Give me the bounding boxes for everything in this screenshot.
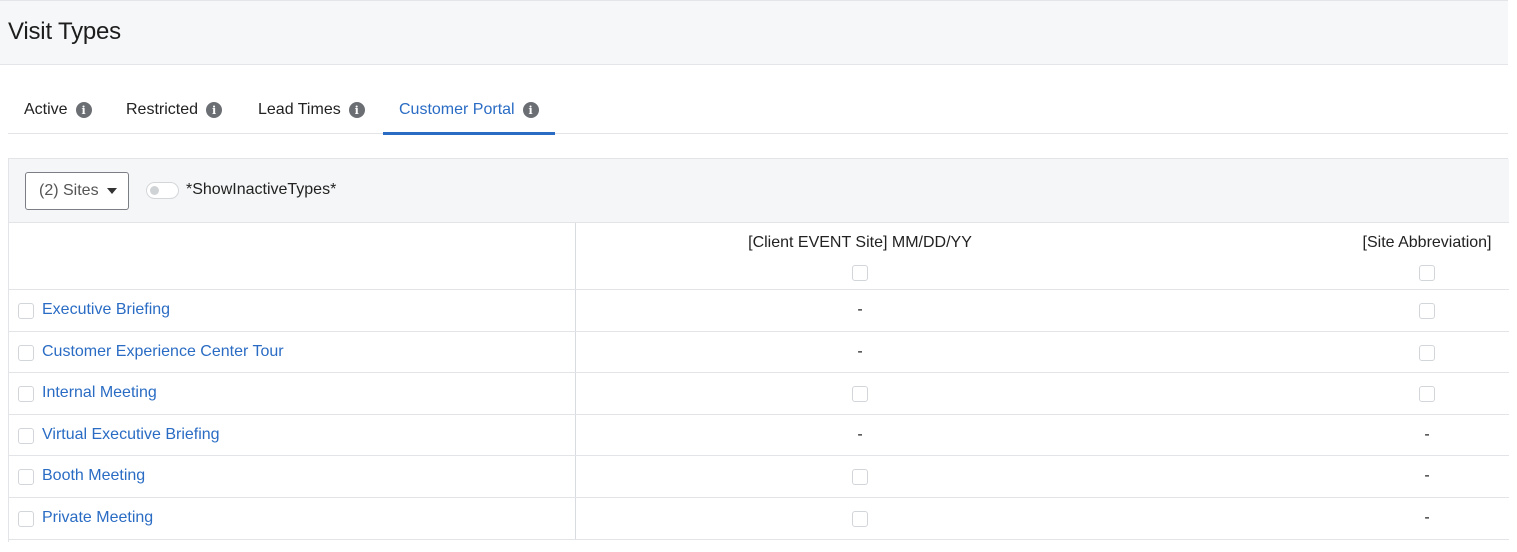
cell-value: - [1424, 467, 1430, 485]
tab-label: Restricted [126, 101, 199, 118]
row-select-checkbox[interactable] [18, 427, 34, 444]
column-divider [575, 414, 576, 456]
column-divider [575, 331, 576, 373]
select-column-checkbox[interactable] [1419, 265, 1435, 281]
tab-label: Customer Portal [399, 101, 515, 118]
table-row: Internal Meeting [9, 373, 1509, 415]
table-row: Booth Meeting - [9, 456, 1509, 498]
column-divider [575, 497, 576, 539]
cell-value: - [857, 301, 863, 318]
table-row: Virtual Executive Briefing - - [9, 414, 1509, 457]
info-icon[interactable]: i [522, 102, 539, 118]
page-header: Visit Types [0, 0, 1508, 65]
cell-checkbox[interactable] [1419, 303, 1435, 319]
cell-checkbox[interactable] [852, 469, 868, 486]
tab-bar: Active i Restricted i Lead Times i Custo… [8, 86, 1508, 135]
table-row: Executive Briefing - [9, 290, 1509, 332]
table-row: Customer Experience Center Tour - [9, 331, 1509, 374]
cell-checkbox[interactable] [852, 510, 868, 527]
visit-types-table: [Client EVENT Site] MM/DD/YY [Site Abbre… [9, 223, 1509, 540]
row-select-checkbox[interactable] [18, 469, 34, 486]
tab-label: Lead Times [258, 101, 341, 118]
info-icon[interactable]: i [75, 102, 92, 118]
info-icon[interactable]: i [348, 102, 365, 118]
cell-checkbox[interactable] [1419, 386, 1435, 403]
visit-types-panel: (2) Sites *ShowInactiveTypes* [Client EV… [8, 158, 1509, 542]
table-row: Private Meeting - [9, 497, 1509, 540]
toolbar: (2) Sites *ShowInactiveTypes* [9, 159, 1509, 223]
cell-value: - [857, 425, 863, 443]
table-body: Executive Briefing - Customer Experience C… [9, 290, 1509, 540]
column-divider [575, 456, 576, 497]
row-select-checkbox[interactable] [18, 386, 34, 403]
visit-type-link[interactable]: Internal Meeting [42, 384, 157, 402]
tab-restricted[interactable]: Restricted i [110, 86, 238, 134]
visit-type-link[interactable]: Virtual Executive Briefing [42, 426, 220, 444]
show-inactive-toggle[interactable] [146, 182, 179, 199]
page-title: Visit Types [8, 18, 121, 45]
tab-lead-times[interactable]: Lead Times i [242, 86, 381, 134]
caret-down-icon [106, 188, 117, 194]
cell-checkbox[interactable] [852, 386, 868, 403]
cell-value: - [857, 342, 863, 360]
show-inactive-label: *ShowInactiveTypes* [186, 181, 337, 198]
tab-customer-portal[interactable]: Customer Portal i [383, 86, 555, 135]
visit-type-link[interactable]: Customer Experience Center Tour [42, 343, 284, 361]
column-divider [575, 223, 576, 289]
table-header-row: [Client EVENT Site] MM/DD/YY [Site Abbre… [9, 223, 1509, 290]
sites-dropdown[interactable]: (2) Sites [25, 172, 129, 210]
row-select-checkbox[interactable] [18, 510, 34, 527]
select-column-checkbox[interactable] [852, 265, 868, 281]
column-divider [575, 373, 576, 414]
visit-type-link[interactable]: Private Meeting [42, 509, 153, 527]
column-header: [Client EVENT Site] MM/DD/YY [748, 234, 972, 251]
tab-active[interactable]: Active i [8, 86, 108, 134]
sites-dropdown-label: (2) Sites [39, 182, 99, 199]
column-header: [Site Abbreviation] [1362, 234, 1492, 251]
visit-type-link[interactable]: Executive Briefing [42, 301, 170, 319]
tab-label: Active [24, 101, 68, 118]
cell-checkbox[interactable] [1419, 344, 1435, 361]
info-icon[interactable]: i [206, 102, 223, 118]
row-select-checkbox[interactable] [18, 344, 34, 361]
row-select-checkbox[interactable] [18, 303, 34, 319]
visit-type-link[interactable]: Booth Meeting [42, 467, 145, 485]
toggle-knob [150, 186, 159, 195]
column-divider [575, 290, 576, 331]
cell-value: - [1424, 425, 1430, 443]
cell-value: - [1424, 508, 1430, 526]
